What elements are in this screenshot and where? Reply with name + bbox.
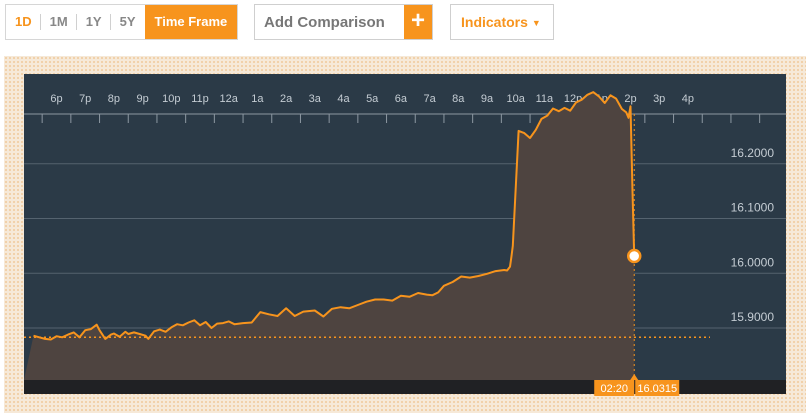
price-chart[interactable]: 16.2000 16.1000 16.0000 15.9000 6p 7p 8p 9p 10p 1… [4, 56, 806, 413]
chart-frame: 16.2000 16.1000 16.0000 15.9000 6p 7p 8p 9p 10p 1… [4, 56, 806, 413]
time-frame-button[interactable]: Time Frame [144, 5, 238, 39]
x-tick-label: 2p [624, 93, 636, 105]
x-tick-label: 4p [682, 93, 694, 105]
x-tick-label: 10a [507, 93, 526, 105]
x-tick-label: 11a [536, 93, 554, 105]
x-tick-label: 8p [108, 93, 120, 105]
add-comparison-input[interactable] [255, 5, 403, 39]
range-1m-button[interactable]: 1M [41, 5, 77, 39]
crosshair-value-label: 16.0315 [637, 383, 677, 395]
current-price-marker [626, 248, 642, 264]
add-comparison-button[interactable]: + [404, 5, 432, 39]
x-tick-label: 2a [280, 93, 293, 105]
time-range-selector: 1D 1M 1Y 5Y Time Frame [5, 4, 239, 40]
chart-toolbar: 1D 1M 1Y 5Y Time Frame + Indicators▼ [0, 0, 810, 44]
y-tick-label: 16.2000 [731, 146, 775, 160]
y-tick-label: 16.0000 [731, 255, 775, 269]
x-tick-label: 5a [366, 93, 379, 105]
x-tick-label: 8a [452, 93, 465, 105]
indicators-dropdown[interactable]: Indicators ▼ [450, 4, 554, 40]
range-1d-button[interactable]: 1D [6, 5, 41, 39]
x-tick-label: 1a [251, 93, 264, 105]
crosshair-time-label: 02:20 [600, 383, 628, 395]
x-tick-label: 9p [136, 93, 148, 105]
x-tick-label: 10p [162, 93, 180, 105]
x-tick-label: 11p [191, 93, 209, 105]
plus-icon: + [410, 7, 425, 34]
x-tick-label: 6a [395, 93, 408, 105]
y-tick-label: 15.9000 [731, 310, 775, 324]
x-tick-label: 6p [50, 93, 62, 105]
caret-down-icon: ▼ [531, 18, 541, 28]
x-tick-label: 7a [423, 93, 436, 105]
x-tick-label: 3p [653, 93, 665, 105]
x-tick-label: 9a [481, 93, 494, 105]
indicators-label: Indicators [461, 14, 528, 30]
x-tick-label: 12a [220, 93, 239, 105]
range-1y-button[interactable]: 1Y [77, 5, 111, 39]
add-comparison-control: + [254, 4, 433, 40]
range-5y-button[interactable]: 5Y [111, 5, 145, 39]
x-tick-label: 7p [79, 93, 91, 105]
x-tick-label: 3a [309, 93, 322, 105]
x-tick-label: 4a [337, 93, 350, 105]
y-tick-label: 16.1000 [731, 201, 775, 215]
